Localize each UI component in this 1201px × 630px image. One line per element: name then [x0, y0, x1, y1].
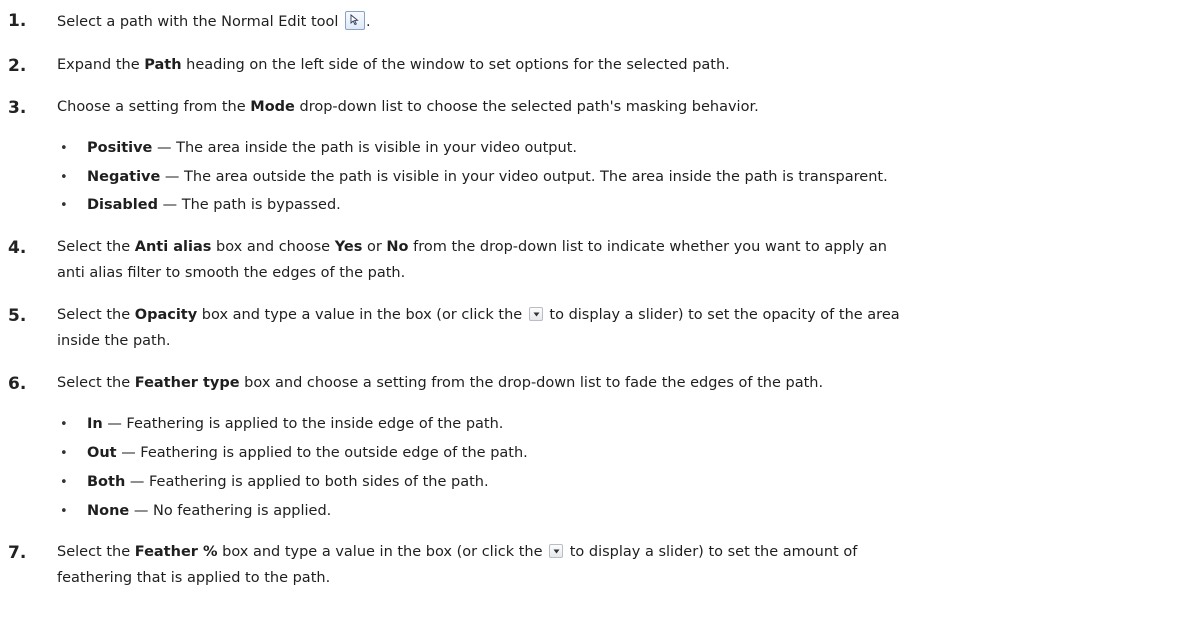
step-text-segment: Select the [57, 375, 135, 391]
normal-edit-tool-icon[interactable] [345, 11, 366, 30]
ui-term-feather-type: Feather type [134, 375, 240, 391]
ui-term-path: Path [144, 57, 182, 73]
step-text-segment: feathering that is applied to the path. [57, 570, 331, 586]
bullet-text: In — Feathering is applied to the inside… [87, 415, 1187, 434]
step-number: 2. [8, 56, 27, 76]
step-text-segment: Expand the [57, 57, 145, 73]
step-number: 5. [8, 306, 27, 326]
dropdown-arrow-icon[interactable] [549, 544, 564, 558]
option-name: Both [87, 474, 126, 490]
bullet-icon: • [60, 475, 68, 490]
bullet-icon: • [60, 170, 68, 185]
step-number: 7. [8, 543, 27, 563]
ui-term-anti-alias: Anti alias [134, 239, 212, 255]
bullet-text: Out — Feathering is applied to the outsi… [87, 444, 1187, 463]
step-text-segment: drop-down list to choose the selected pa… [294, 99, 759, 115]
option-name: Positive [87, 140, 153, 156]
step-text-segment: Choose a setting from the [57, 99, 251, 115]
bullet-icon: • [60, 198, 68, 213]
step-text-segment: box and type a value in the box (or clic… [217, 544, 548, 560]
option-name: None [87, 503, 130, 519]
step-text-segment: Select the [57, 239, 135, 255]
step-text-segment: Select the [57, 544, 135, 560]
step-text: Expand the Path heading on the left side… [57, 56, 1195, 75]
step-text-segment: Select the [57, 307, 135, 323]
bullet-icon: • [60, 417, 68, 432]
option-description: — The area inside the path is visible in… [152, 140, 577, 156]
step-text-segment: heading on the left side of the window t… [181, 57, 730, 73]
bullet-text: Disabled — The path is bypassed. [87, 196, 1187, 215]
bullet-text: Negative — The area outside the path is … [87, 168, 1187, 187]
step-text: Select a path with the Normal Edit tool … [57, 11, 1195, 32]
option-description: — Feathering is applied to the inside ed… [102, 416, 504, 432]
step-text-segment: box and choose a setting from the drop-d… [239, 375, 824, 391]
step-text-segment: to display a slider) to set the amount o… [565, 544, 858, 560]
bullet-text: Positive — The area inside the path is v… [87, 139, 1187, 158]
option-description: — No feathering is applied. [129, 503, 332, 519]
step-text-segment: anti alias filter to smooth the edges of… [57, 265, 406, 281]
ui-term-yes: Yes [334, 239, 363, 255]
dropdown-arrow-icon[interactable] [528, 307, 543, 321]
step-number: 6. [8, 374, 27, 394]
step-text-segment: from the drop-down list to indicate whet… [408, 239, 887, 255]
step-text-segment: inside the path. [57, 333, 171, 349]
ui-term-opacity: Opacity [134, 307, 198, 323]
option-description: — The path is bypassed. [158, 197, 341, 213]
option-name: Negative [87, 169, 161, 185]
step-number: 1. [8, 11, 27, 31]
step-text-segment: to display a slider) to set the opacity … [544, 307, 900, 323]
ui-term-mode: Mode [250, 99, 295, 115]
step-text: Select the Feather % box and type a valu… [57, 543, 1195, 588]
step-number: 3. [8, 98, 27, 118]
step-text-segment: Select a path with the Normal Edit tool [57, 14, 344, 30]
bullet-icon: • [60, 141, 68, 156]
step-text-segment: or [362, 239, 387, 255]
bullet-text: Both — Feathering is applied to both sid… [87, 473, 1187, 492]
option-description: — Feathering is applied to both sides of… [125, 474, 489, 490]
bullet-icon: • [60, 446, 68, 461]
step-text: Select the Anti alias box and choose Yes… [57, 238, 1195, 283]
ui-term-feather-percent: Feather % [134, 544, 218, 560]
step-text: Select the Opacity box and type a value … [57, 306, 1195, 351]
ui-term-no: No [386, 239, 409, 255]
step-text-segment: box and type a value in the box (or clic… [197, 307, 527, 323]
option-name: Out [87, 445, 117, 461]
option-name: In [87, 416, 103, 432]
step-text: Choose a setting from the Mode drop-down… [57, 98, 1195, 117]
option-description: — The area outside the path is visible i… [160, 169, 888, 185]
step-text: Select the Feather type box and choose a… [57, 374, 1195, 393]
step-text-segment: box and choose [211, 239, 335, 255]
step-text-segment: . [366, 14, 371, 30]
option-description: — Feathering is applied to the outside e… [116, 445, 528, 461]
instructions-document: 1. Select a path with the Normal Edit to… [0, 0, 1201, 630]
option-name: Disabled [87, 197, 158, 213]
step-number: 4. [8, 238, 27, 258]
bullet-text: None — No feathering is applied. [87, 502, 1187, 521]
bullet-icon: • [60, 504, 68, 519]
